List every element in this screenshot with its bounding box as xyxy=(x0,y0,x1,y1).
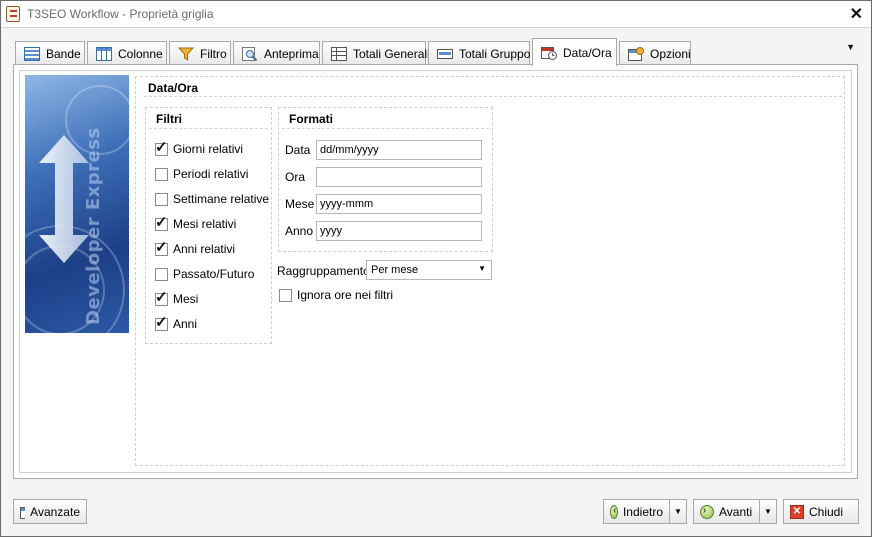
format-label: Mese xyxy=(285,197,315,211)
bands-icon xyxy=(24,46,40,61)
tab-totali-gruppo[interactable]: Totali Gruppo xyxy=(428,41,530,65)
tab-label: Colonne xyxy=(118,46,163,61)
chevron-down-icon: ▼ xyxy=(674,507,682,516)
button-label: Avanti xyxy=(719,504,753,519)
checkbox-box[interactable] xyxy=(155,267,168,281)
back-arrow-icon: ‹ xyxy=(610,504,618,519)
properties-window: T3SEO Workflow - Proprietà griglia ✕ Ban… xyxy=(0,0,872,537)
button-label: Indietro xyxy=(622,504,663,519)
checkbox-box[interactable] xyxy=(155,167,168,181)
checkbox-label: Mesi xyxy=(173,292,199,306)
checkbox-label: Anni relativi xyxy=(173,242,236,256)
button-label: Avanzate xyxy=(30,504,80,519)
checkbox-label: Giorni relativi xyxy=(173,142,244,156)
developer-express-banner: Developer Express xyxy=(25,75,129,333)
app-icon xyxy=(6,6,20,22)
formati-title: Formati xyxy=(289,112,334,126)
close-icon: ✕ xyxy=(790,504,804,519)
window-title: T3SEO Workflow - Proprietà griglia xyxy=(27,7,214,21)
filter-checkbox[interactable]: Mesi relativi xyxy=(155,213,237,233)
tab-opzioni[interactable]: Opzioni xyxy=(619,41,691,65)
columns-icon xyxy=(96,46,112,61)
filtri-group: Filtri Giorni relativi Periodi relativi Se… xyxy=(145,107,272,344)
filter-checkbox[interactable]: Periodi relativi xyxy=(155,165,248,183)
tab-label: Bande xyxy=(46,46,81,61)
data-format-input[interactable] xyxy=(316,140,482,160)
checkbox-label: Periodi relativi xyxy=(173,167,249,181)
checkbox-label: Mesi relativi xyxy=(173,217,237,231)
tab-data-ora[interactable]: Data/Ora xyxy=(532,38,617,66)
tab-label: Totali Generali xyxy=(353,46,430,61)
tab-label: Opzioni xyxy=(650,46,691,61)
chiudi-button[interactable]: ✕ Chiudi xyxy=(783,499,859,524)
checkbox-box[interactable] xyxy=(155,213,168,231)
checkbox-box[interactable] xyxy=(155,192,168,206)
formati-group: Formati Data Ora Mese Anno xyxy=(278,107,493,252)
raggruppamento-label: Raggruppamento xyxy=(277,264,370,278)
format-label: Data xyxy=(285,143,311,157)
button-label: Chiudi xyxy=(809,504,844,519)
tab-label: Filtro xyxy=(200,46,227,61)
tab-colonne[interactable]: Colonne xyxy=(87,41,167,65)
filter-checkbox[interactable]: Giorni relativi xyxy=(155,138,244,158)
tab-label: Data/Ora xyxy=(563,45,612,60)
forward-arrow-icon: › xyxy=(700,504,714,519)
ignora-ore-checkbox[interactable]: Ignora ore nei filtri xyxy=(279,286,393,304)
grand-totals-icon xyxy=(331,46,347,61)
tab-label: Anteprima xyxy=(264,46,319,61)
checkbox-box[interactable] xyxy=(155,288,168,306)
data-ora-group: Data/Ora Filtri Giorni relativi Periodi r… xyxy=(135,76,845,466)
raggruppamento-select[interactable]: Per mese ▼ xyxy=(366,260,492,280)
avanti-button[interactable]: › Avanti xyxy=(693,499,760,524)
indietro-button[interactable]: ‹ Indietro xyxy=(603,499,670,524)
group-totals-icon xyxy=(437,47,453,61)
ora-format-input[interactable] xyxy=(316,167,482,187)
tab-filtro[interactable]: Filtro xyxy=(169,41,231,65)
group-title: Data/Ora xyxy=(148,81,199,95)
checkbox-box[interactable] xyxy=(155,238,168,256)
chevron-down-icon: ▼ xyxy=(764,507,772,516)
tab-bande[interactable]: Bande xyxy=(15,41,85,65)
close-icon[interactable]: ✕ xyxy=(850,4,863,24)
checkbox-box[interactable] xyxy=(155,138,168,156)
advanced-settings-icon xyxy=(20,506,26,519)
checkbox-box[interactable] xyxy=(279,288,292,302)
banner-text: Developer Express xyxy=(83,127,104,325)
format-label: Ora xyxy=(285,170,306,184)
tab-page-data-ora: Developer Express Data/Ora Filtri Giorni… xyxy=(13,64,858,479)
anno-format-input[interactable] xyxy=(316,221,482,241)
filter-checkbox[interactable]: Mesi xyxy=(155,288,199,308)
mese-format-input[interactable] xyxy=(316,194,482,214)
title-bar[interactable]: T3SEO Workflow - Proprietà griglia ✕ xyxy=(1,1,871,28)
chevron-down-icon: ▼ xyxy=(478,264,486,273)
format-label: Anno xyxy=(285,224,314,238)
checkbox-box[interactable] xyxy=(155,313,168,331)
filter-funnel-icon xyxy=(177,47,195,61)
filter-checkbox[interactable]: Anni relativi xyxy=(155,238,236,258)
filtri-title: Filtri xyxy=(156,112,182,126)
options-icon xyxy=(628,46,644,61)
checkbox-label: Ignora ore nei filtri xyxy=(297,288,394,302)
checkbox-label: Settimane relative xyxy=(173,192,270,206)
tab-totali-generali[interactable]: Totali Generali xyxy=(322,41,430,65)
avanti-dropdown-button[interactable]: ▼ xyxy=(760,499,777,524)
calendar-clock-icon xyxy=(541,46,557,60)
raggruppamento-value: Per mese xyxy=(371,264,419,276)
checkbox-label: Passato/Futuro xyxy=(173,267,255,281)
filter-checkbox[interactable]: Passato/Futuro xyxy=(155,265,254,283)
filter-checkbox[interactable]: Anni xyxy=(155,313,198,333)
checkbox-label: Anni xyxy=(173,317,198,331)
filter-checkbox[interactable]: Settimane relative xyxy=(155,190,269,208)
tab-label: Totali Gruppo xyxy=(459,46,531,61)
tab-anteprima[interactable]: Anteprima xyxy=(233,41,320,65)
preview-magnifier-icon xyxy=(242,46,258,61)
tab-overflow-arrow-icon[interactable]: ▼ xyxy=(846,42,855,52)
indietro-dropdown-button[interactable]: ▼ xyxy=(670,499,687,524)
avanzate-button[interactable]: Avanzate xyxy=(13,499,87,524)
tab-strip: Bande Colonne Filtro Anteprima Totali Ge… xyxy=(15,38,857,66)
